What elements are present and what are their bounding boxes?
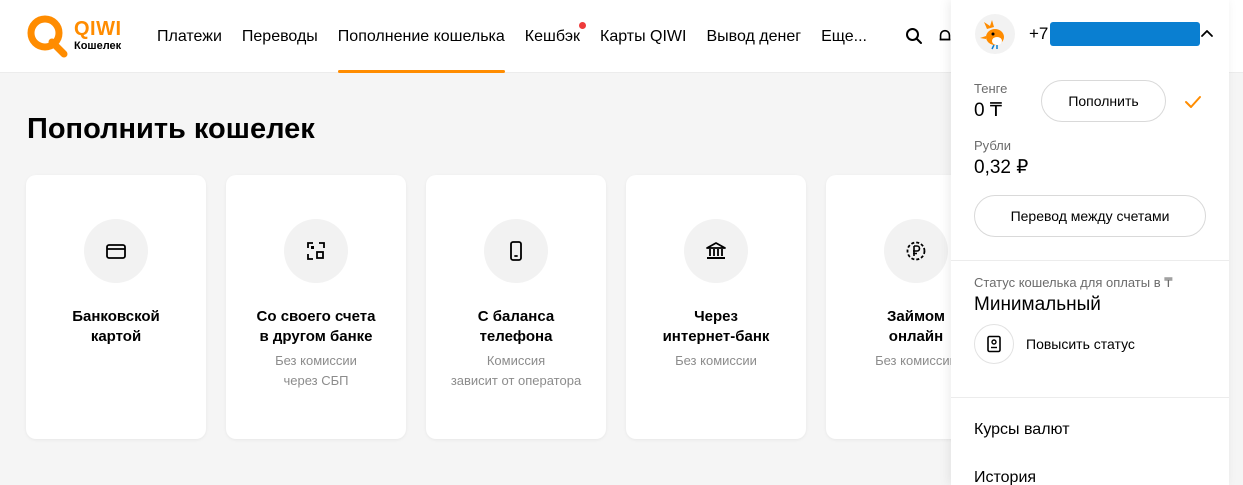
card-icon-wrap (84, 219, 148, 283)
phone-prefix: +7 (1029, 24, 1049, 43)
topup-button[interactable]: Пополнить (1041, 80, 1166, 122)
main-nav: Платежи Переводы Пополнение кошелька Кеш… (147, 0, 877, 73)
topup-card-phone-balance[interactable]: С баланса телефона Комиссия зависит от о… (426, 175, 606, 439)
card-description: Без комиссии (665, 351, 767, 371)
nav-item-wallet-topup[interactable]: Пополнение кошелька (328, 0, 515, 73)
qiwi-logo[interactable]: QIWI Кошелек (24, 12, 134, 58)
account-header[interactable]: +7 (975, 12, 1215, 56)
card-title-line: Банковской (72, 308, 160, 325)
card-title: Займом онлайн (879, 307, 953, 347)
ruble-coin-icon (906, 241, 926, 261)
ruble-balance: 0,32 ₽ (974, 157, 1029, 178)
card-title-line: интернет-банк (662, 328, 770, 345)
divider (951, 260, 1229, 261)
card-title-line: Через (694, 308, 738, 325)
ruble-label: Рубли (974, 138, 1012, 153)
bank-card-icon (106, 244, 126, 259)
logo-subtitle: Кошелек (74, 39, 122, 52)
tenge-label: Тенге (974, 81, 1008, 96)
nav-item-qiwi-cards[interactable]: Карты QIWI (590, 0, 696, 73)
card-title: С баланса телефона (470, 307, 562, 347)
raise-status-label: Повысить статус (1026, 336, 1135, 352)
card-title-line: телефона (479, 328, 553, 345)
page-title: Пополнить кошелек (27, 113, 315, 145)
card-desc-line: Без комиссии (875, 353, 957, 368)
topup-card-internet-bank[interactable]: Через интернет-банк Без комиссии (626, 175, 806, 439)
card-description: Без комиссии через СБП (265, 351, 367, 391)
nav-item-transfers[interactable]: Переводы (232, 0, 328, 73)
nav-item-more[interactable]: Еще... (811, 0, 877, 73)
topup-methods: Банковской картой Со своего счета в друг… (26, 175, 1006, 439)
card-title-line: С баланса (477, 308, 555, 325)
card-desc-line: зависит от оператора (450, 373, 582, 388)
nav-item-cashback-label: Кешбэк (524, 27, 580, 45)
chevron-up-icon[interactable] (1199, 26, 1215, 42)
card-desc-line: Комиссия (486, 353, 546, 368)
notification-dot (579, 22, 586, 29)
card-title: Банковской картой (64, 307, 168, 347)
card-desc-line: через СБП (283, 373, 349, 388)
nav-item-payments[interactable]: Платежи (147, 0, 232, 73)
card-desc-line: Без комиссии (675, 353, 757, 368)
raise-icon-wrap (974, 324, 1014, 364)
passport-icon (987, 335, 1001, 353)
tenge-balance: 0 ₸ (974, 100, 1002, 121)
topup-card-bank-card[interactable]: Банковской картой (26, 175, 206, 439)
divider (951, 397, 1229, 398)
card-icon-wrap (484, 219, 548, 283)
checkmark-icon (1185, 96, 1201, 108)
card-icon-wrap (284, 219, 348, 283)
raise-status-button[interactable]: Повысить статус (974, 324, 1135, 364)
topup-card-other-bank[interactable]: Со своего счета в другом банке Без комис… (226, 175, 406, 439)
phone-icon (510, 241, 522, 261)
currency-rates-link[interactable]: Курсы валют (974, 421, 1070, 439)
card-title-line: Со своего счета (256, 308, 376, 325)
card-title: Со своего счета в другом банке (249, 307, 384, 347)
history-link[interactable]: История (974, 469, 1036, 485)
qr-code-icon (307, 242, 325, 260)
nav-item-withdraw[interactable]: Вывод денег (696, 0, 811, 73)
search-icon (906, 28, 922, 44)
bird-avatar-icon (980, 20, 1004, 50)
wallet-status-label: Статус кошелька для оплаты в ₸ (974, 275, 1173, 290)
qiwi-logo-icon (27, 15, 68, 58)
card-title-line: в другом банке (259, 328, 373, 345)
card-title: Через интернет-банк (655, 307, 778, 347)
avatar (975, 14, 1015, 54)
card-title-line: онлайн (888, 328, 944, 345)
logo-wordmark: QIWI (74, 17, 122, 40)
card-icon-wrap (884, 219, 948, 283)
card-icon-wrap (684, 219, 748, 283)
nav-item-cashback[interactable]: Кешбэк (515, 0, 590, 73)
phone-number-masked (1050, 22, 1201, 46)
bank-building-icon (706, 242, 726, 259)
card-description: Комиссия зависит от оператора (441, 351, 591, 391)
card-title-line: Займом (887, 308, 945, 325)
search-button[interactable] (900, 22, 928, 50)
card-title-line: картой (90, 328, 142, 345)
card-desc-line: Без комиссии (275, 353, 357, 368)
account-dropdown: +7 Тенге 0 ₸ Пополнить Рубли 0,32 ₽ Пере… (951, 0, 1229, 485)
wallet-status-value: Минимальный (974, 294, 1101, 315)
transfer-between-accounts-button[interactable]: Перевод между счетами (974, 195, 1206, 237)
